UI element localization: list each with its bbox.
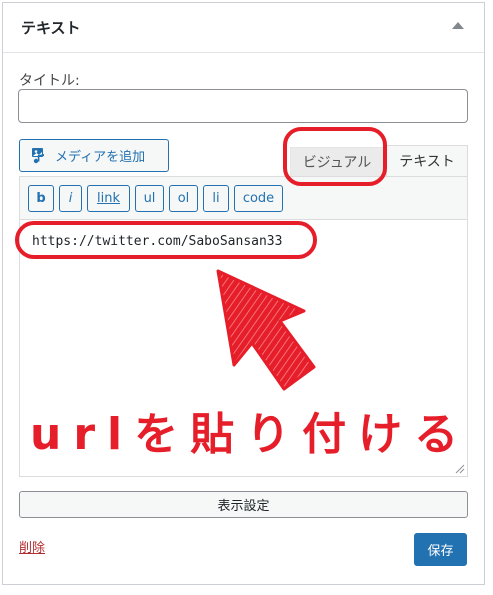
quicktag-link-button[interactable]: link: [87, 185, 130, 212]
title-label: タイトル:: [19, 73, 80, 89]
red-arrow-icon: [216, 269, 316, 391]
display-settings-button[interactable]: 表示設定: [19, 491, 468, 518]
add-media-button[interactable]: メディアを追加: [19, 139, 169, 172]
save-button[interactable]: 保存: [414, 533, 467, 566]
tab-text[interactable]: テキスト: [386, 145, 468, 176]
quicktags-toolbar: b i link ul ol li code: [19, 176, 468, 219]
media-icon: [32, 147, 44, 163]
widget-header[interactable]: テキスト: [3, 3, 484, 53]
title-input[interactable]: [18, 89, 468, 123]
resize-handle-icon[interactable]: [455, 464, 465, 474]
quicktag-italic-button[interactable]: i: [59, 185, 82, 212]
widget-title: テキスト: [21, 19, 81, 37]
quicktag-bold-button[interactable]: b: [28, 185, 54, 212]
quicktag-ul-button[interactable]: ul: [135, 185, 164, 212]
add-media-label: メディアを追加: [55, 150, 146, 165]
quicktag-ol-button[interactable]: ol: [169, 185, 198, 212]
quicktag-li-button[interactable]: li: [203, 185, 229, 212]
url-highlight: [15, 221, 317, 259]
annotation-caption: urlを貼り付ける: [30, 409, 471, 460]
quicktag-code-button[interactable]: code: [234, 185, 283, 212]
visual-tab-highlight: [283, 127, 387, 186]
triangle-up-icon[interactable]: [452, 22, 464, 29]
delete-link[interactable]: 削除: [19, 537, 45, 556]
